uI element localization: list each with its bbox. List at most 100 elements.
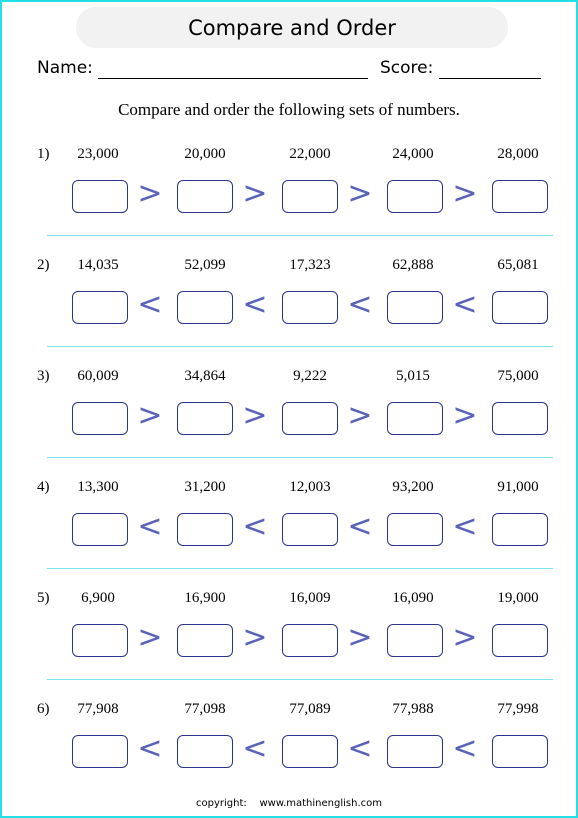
answer-box[interactable]	[492, 180, 548, 213]
less-than-sign: <	[242, 731, 268, 766]
row-divider	[47, 346, 553, 347]
less-than-sign: <	[452, 731, 478, 766]
problem-3: 3) 60,009 >34,864 >9,222 >5,015 >75,000	[0, 368, 578, 479]
answer-box[interactable]	[492, 402, 548, 435]
answer-box[interactable]	[387, 624, 443, 657]
given-number: 16,090	[392, 590, 434, 606]
less-than-sign: <	[242, 509, 268, 544]
answer-box[interactable]	[387, 402, 443, 435]
answer-box[interactable]	[72, 402, 128, 435]
footer: copyright: www.mathinenglish.com	[0, 798, 578, 809]
problem-number: 5)	[37, 590, 50, 606]
answer-box[interactable]	[282, 624, 338, 657]
answer-box[interactable]	[282, 735, 338, 768]
answer-box[interactable]	[72, 180, 128, 213]
less-than-sign: <	[347, 287, 373, 322]
given-number: 6,900	[81, 590, 115, 606]
answer-box[interactable]	[72, 735, 128, 768]
answer-box[interactable]	[72, 513, 128, 546]
given-number: 52,099	[184, 257, 226, 273]
given-number: 12,003	[289, 479, 331, 495]
less-than-sign: <	[137, 509, 163, 544]
problem-number: 4)	[37, 479, 50, 495]
answer-box[interactable]	[72, 291, 128, 324]
given-number: 19,000	[497, 590, 539, 606]
problem-number: 3)	[37, 368, 50, 384]
answer-box[interactable]	[177, 735, 233, 768]
greater-than-sign: >	[347, 398, 373, 433]
row-divider	[47, 235, 553, 236]
greater-than-sign: >	[242, 176, 268, 211]
greater-than-sign: >	[452, 176, 478, 211]
answer-box[interactable]	[282, 180, 338, 213]
answer-box[interactable]	[177, 402, 233, 435]
less-than-sign: <	[347, 509, 373, 544]
given-number: 9,222	[293, 368, 327, 384]
given-number: 23,000	[77, 146, 119, 162]
answer-box[interactable]	[282, 402, 338, 435]
answer-box[interactable]	[387, 180, 443, 213]
greater-than-sign: >	[452, 620, 478, 655]
given-number: 20,000	[184, 146, 226, 162]
answer-box[interactable]	[387, 513, 443, 546]
answer-box[interactable]	[492, 735, 548, 768]
given-number: 16,900	[184, 590, 226, 606]
answer-box[interactable]	[387, 735, 443, 768]
given-number: 24,000	[392, 146, 434, 162]
score-field[interactable]	[439, 78, 541, 79]
less-than-sign: <	[137, 731, 163, 766]
given-number: 14,035	[77, 257, 119, 273]
problem-number: 1)	[37, 146, 50, 162]
answer-box[interactable]	[282, 291, 338, 324]
given-number: 31,200	[184, 479, 226, 495]
problem-4: 4) 13,300 <31,200 <12,003 <93,200 <91,000	[0, 479, 578, 590]
problem-number: 2)	[37, 257, 50, 273]
less-than-sign: <	[452, 287, 478, 322]
greater-than-sign: >	[137, 620, 163, 655]
answer-box[interactable]	[72, 624, 128, 657]
answer-box[interactable]	[177, 180, 233, 213]
less-than-sign: <	[452, 509, 478, 544]
score-label: Score:	[380, 58, 434, 78]
given-number: 60,009	[77, 368, 119, 384]
name-label: Name:	[37, 58, 93, 78]
row-divider	[47, 568, 553, 569]
worksheet-title-banner: Compare and Order	[76, 7, 508, 48]
problem-5: 5) 6,900 >16,900 >16,009 >16,090 >19,000	[0, 590, 578, 701]
problem-1: 1) 23,000 >20,000 >22,000 >24,000 >28,000	[0, 146, 578, 257]
given-number: 13,300	[77, 479, 119, 495]
answer-box[interactable]	[177, 624, 233, 657]
given-number: 77,998	[497, 701, 539, 717]
answer-box[interactable]	[282, 513, 338, 546]
greater-than-sign: >	[242, 620, 268, 655]
given-number: 91,000	[497, 479, 539, 495]
answer-box[interactable]	[177, 513, 233, 546]
answer-box[interactable]	[177, 291, 233, 324]
greater-than-sign: >	[347, 620, 373, 655]
given-number: 77,988	[392, 701, 434, 717]
less-than-sign: <	[347, 731, 373, 766]
greater-than-sign: >	[347, 176, 373, 211]
given-number: 77,908	[77, 701, 119, 717]
given-number: 62,888	[392, 257, 434, 273]
problem-2: 2) 14,035 <52,099 <17,323 <62,888 <65,081	[0, 257, 578, 368]
given-number: 5,015	[396, 368, 430, 384]
greater-than-sign: >	[137, 176, 163, 211]
problem-number: 6)	[37, 701, 50, 717]
greater-than-sign: >	[452, 398, 478, 433]
name-field[interactable]	[98, 78, 368, 79]
given-number: 34,864	[184, 368, 226, 384]
given-number: 22,000	[289, 146, 331, 162]
answer-box[interactable]	[492, 624, 548, 657]
given-number: 28,000	[497, 146, 539, 162]
given-number: 16,009	[289, 590, 331, 606]
instructions: Compare and order the following sets of …	[118, 100, 460, 119]
given-number: 77,098	[184, 701, 226, 717]
answer-box[interactable]	[492, 291, 548, 324]
site-link: www.mathinenglish.com	[259, 798, 382, 809]
answer-box[interactable]	[492, 513, 548, 546]
row-divider	[47, 679, 553, 680]
answer-box[interactable]	[387, 291, 443, 324]
greater-than-sign: >	[242, 398, 268, 433]
problem-6: 6) 77,908 <77,098 <77,089 <77,988 <77,998	[0, 701, 578, 812]
